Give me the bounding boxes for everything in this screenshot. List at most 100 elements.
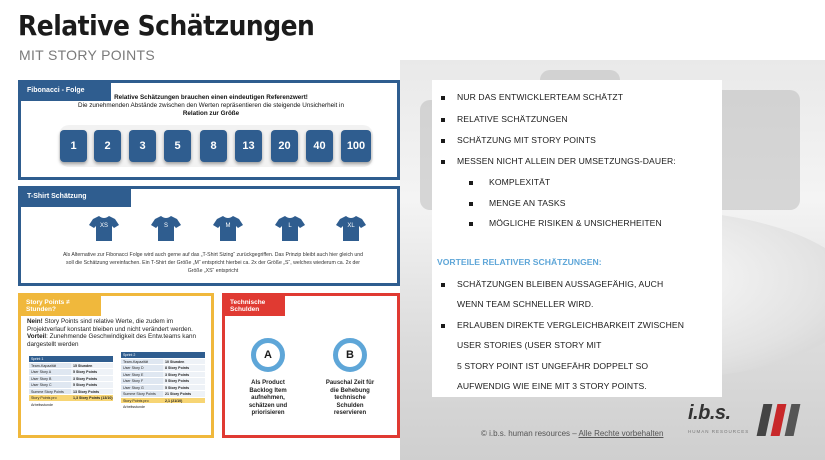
estimation-card: 20 [271, 130, 298, 162]
bullet-icon [441, 96, 445, 100]
tshirt-icon: S [151, 215, 181, 241]
page-subtitle: MIT STORY POINTS [19, 47, 156, 63]
story-points-text-part: : Zunehmende Geschwindigkeit des Entw.te… [27, 333, 196, 348]
sprint-1-table: Sprint 1 Team-Kapazität 15 Stunden User S… [29, 356, 113, 407]
table-cell: User Story C [29, 382, 71, 388]
table-cell: 5 Story Points [163, 378, 205, 384]
estimation-card: 1 [60, 130, 87, 162]
table-cell: 21 Story Points [163, 391, 205, 397]
table-cell: Team-Kapazität [29, 362, 71, 368]
bullet-text: 5 STORY POINT IST UNGEFÄHR DOPPELT SO [457, 361, 649, 371]
fibonacci-description: Relative Schätzungen brauchen einen eind… [51, 94, 371, 118]
bullet-icon [441, 324, 445, 328]
bullet-text: WENN TEAM SCHNELLER WIRD. [457, 299, 594, 309]
bullet-icon [441, 118, 445, 122]
story-points-text: Nein! Story Points sind relative Werte, … [27, 318, 209, 348]
table-cell: 2,1 (21/10) [163, 397, 205, 403]
sub-bullet-icon [469, 181, 473, 185]
bullet-text: SCHÄTZUNG MIT STORY POINTS [457, 135, 597, 145]
sub-bullet-text: MENGE AN TASKS [489, 198, 566, 208]
caption-line: Pauschal Zeit für [325, 380, 375, 386]
estimation-card: 5 [164, 130, 191, 162]
table-cell: User Story E [121, 371, 163, 377]
table-cell: 8 Story Points [163, 365, 205, 371]
bullet-text: SCHÄTZUNGEN BLEIBEN AUSSAGEFÄHIG, AUCH [457, 279, 664, 289]
fibonacci-line2: Die zunehmenden Abstände zwischen den We… [78, 102, 344, 109]
logo-bar [756, 404, 773, 436]
estimation-card: 13 [235, 130, 262, 162]
bullet-icon [441, 160, 445, 164]
table-cell: User Story F [121, 378, 163, 384]
advantages-title: VORTEILE RELATIVER SCHÄTZUNGEN: [437, 257, 602, 267]
logo-text: i.b.s. [688, 402, 731, 424]
tshirt-header: T-Shirt Schätzung [21, 189, 131, 207]
bullet-text: ERLAUBEN DIREKTE VERGLEICHBARKEIT ZWISCH… [457, 320, 685, 330]
caption-line: technische [334, 395, 366, 401]
logo-subtitle: HUMAN RESOURCES [688, 429, 750, 434]
tech-debt-header-line: Schulden [230, 306, 260, 313]
table-cell [71, 356, 113, 362]
table-cell: 3 Story Points [71, 375, 113, 381]
fibonacci-line1: Relative Schätzungen brauchen einen eind… [114, 94, 308, 101]
fibonacci-panel: Fibonacci - Folge Relative Schätzungen b… [18, 80, 400, 180]
table-cell: Story Points pro Arbeitsstunde [29, 395, 71, 407]
tshirt-size-label: XL [347, 223, 355, 229]
table-cell: Team-Kapazität [121, 358, 163, 364]
fibonacci-line3: Relation zur Größe [182, 110, 240, 117]
table-cell: 15 Stunden [71, 362, 113, 368]
caption-line: Schulden [336, 402, 364, 409]
copyright-footer: © i.b.s. human resources – Alle Rechte v… [481, 429, 663, 438]
tshirt-text-line: Größe „XS“ entspricht [187, 268, 239, 274]
tshirt-size-label: M [225, 223, 231, 229]
tshirt-size-label: XS [99, 223, 108, 229]
estimation-card: 40 [306, 130, 333, 162]
story-points-header-line: Story Points ≠ [26, 299, 70, 306]
tshirt-icon: L [275, 215, 305, 241]
copyright-text: © i.b.s. human resources – [481, 429, 579, 438]
table-cell [163, 352, 205, 358]
table-cell: 1,3 Story Points (13/10) [71, 395, 113, 401]
estimation-card: 3 [129, 130, 156, 162]
option-b-caption: Pauschal Zeit für die Behebung technisch… [318, 380, 382, 418]
tech-debt-header-line: Technische [230, 299, 266, 306]
option-a-circle: A [251, 338, 285, 372]
estimation-card: 8 [200, 130, 227, 162]
rights-link[interactable]: Alle Rechte vorbehalten [579, 429, 664, 438]
table-cell: 13 Story Points [71, 388, 113, 394]
tshirt-description: Als Alternative zur Fibonacci Folge wird… [45, 251, 381, 275]
tech-debt-panel: Technische Schulden A B Als Product Back… [222, 293, 400, 438]
story-points-bold: Vorteil [27, 333, 47, 341]
bullet-text: MESSEN NICHT ALLEIN DER UMSETZUNGS-DAUER… [457, 156, 676, 166]
table-title: Sprint 2 [121, 352, 163, 358]
caption-line: die Behebung [330, 387, 370, 394]
estimation-card: 2 [94, 130, 121, 162]
table-cell: User Story A [29, 369, 71, 375]
table-cell: 10 Stunden [163, 358, 205, 364]
table-row: Story Points pro Arbeitsstunde 1,3 Story … [29, 395, 113, 407]
bullet-text: RELATIVE SCHÄTZUNGEN [457, 114, 568, 124]
bullet-text: USER STORIES (USER STORY MIT [457, 340, 602, 350]
tshirt-icon: M [213, 215, 243, 241]
tech-debt-header: Technische Schulden [225, 296, 285, 316]
caption-line: aufnehmen, [251, 395, 285, 401]
story-points-header: Story Points ≠ Stunden? [21, 296, 101, 316]
sub-bullet-text: MÖGLICHE RISIKEN & UNSICHERHEITEN [489, 218, 662, 228]
tshirt-text-line: Als Alternative zur Fibonacci Folge wird… [62, 252, 364, 258]
logo-bar [784, 404, 801, 436]
page-title: Relative Schätzungen [18, 9, 315, 42]
table-cell: 5 Story Points [71, 369, 113, 375]
table-cell: Summe Story Points [29, 388, 71, 394]
caption-line: Als Product [251, 380, 285, 386]
bullet-text: NUR DAS ENTWICKLERTEAM SCHÄTZT [457, 92, 624, 102]
sub-bullet-icon [469, 202, 473, 206]
bullet-icon [441, 283, 445, 287]
sub-bullet-icon [469, 222, 473, 226]
tshirt-icon: XL [336, 215, 366, 241]
table-cell: Story Points pro Arbeitsstunde [121, 397, 163, 409]
story-points-bold: Nein! [27, 318, 43, 325]
table-title: Sprint 1 [29, 356, 71, 362]
sprint-2-table: Sprint 2 Team-Kapazität 10 Stunden User S… [121, 352, 205, 409]
bullet-text: AUFWENDIG WIE EINE MIT 3 STORY POINTS. [457, 381, 647, 391]
story-points-text-part: Story Points sind relative Werte, die zu… [27, 318, 193, 333]
caption-line: Backlog Item [249, 387, 287, 394]
